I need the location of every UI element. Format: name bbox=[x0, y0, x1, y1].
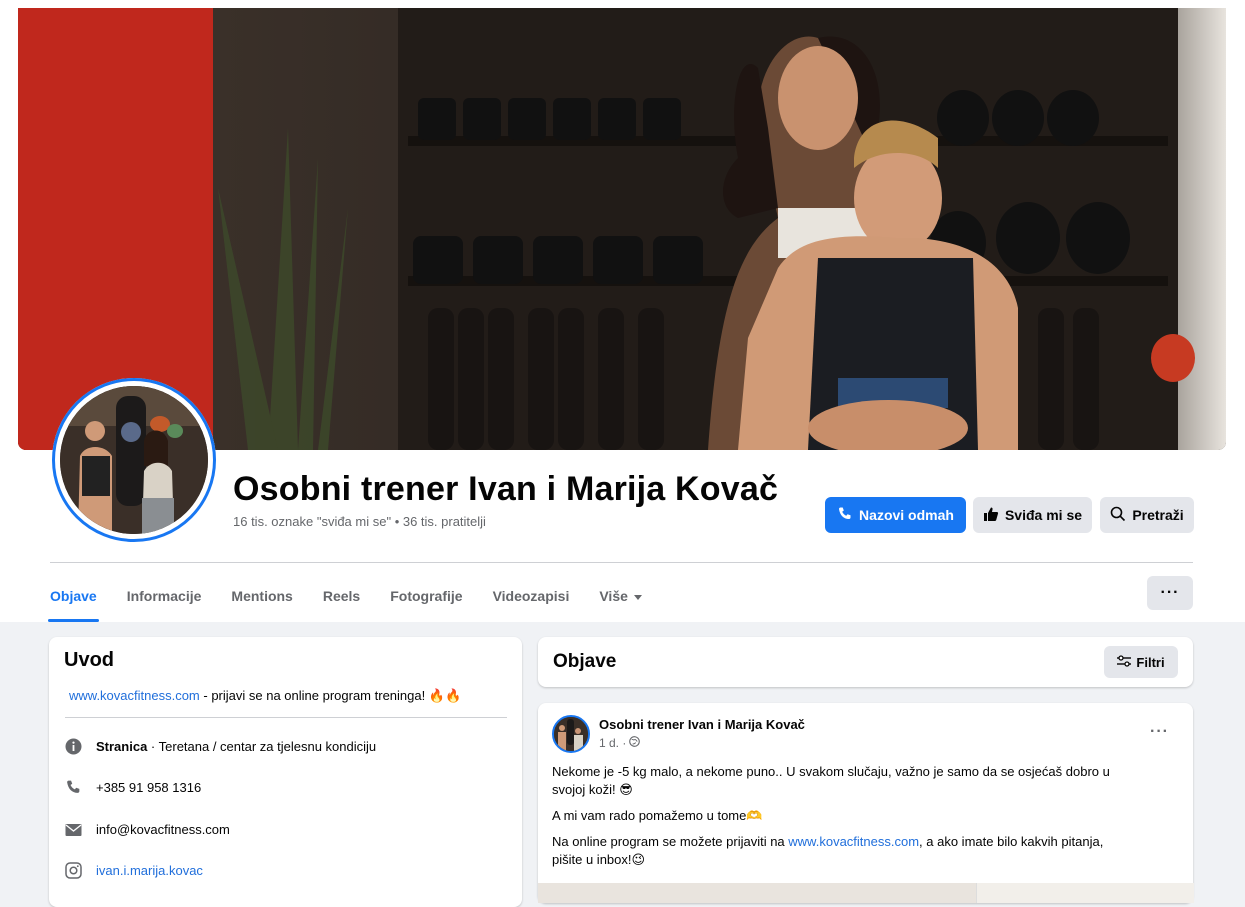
website-link[interactable]: www.kovacfitness.com bbox=[69, 688, 200, 703]
post-website-link[interactable]: www.kovacfitness.com bbox=[788, 834, 919, 849]
instagram-row: ivan.i.marija.kovac bbox=[65, 862, 203, 879]
caret-down-icon bbox=[633, 588, 642, 604]
tab-reels[interactable]: Reels bbox=[323, 572, 360, 620]
post-author-avatar[interactable] bbox=[552, 715, 590, 753]
call-now-button[interactable]: Nazovi odmah bbox=[825, 497, 966, 533]
cover-photo[interactable] bbox=[18, 8, 1226, 450]
intro-card: Uvod www.kovacfitness.com - prijavi se n… bbox=[49, 637, 522, 907]
post-meta: 1 d. · bbox=[599, 736, 641, 750]
post-time[interactable]: 1 d. · bbox=[599, 736, 626, 750]
intro-bio-text: - prijavi se na online program treninga!… bbox=[199, 688, 462, 703]
post-card: Osobni trener Ivan i Marija Kovač 1 d. ·… bbox=[538, 703, 1194, 903]
post-text-segment: Na online program se možete prijaviti na bbox=[552, 834, 789, 849]
email-address: info@kovacfitness.com bbox=[96, 822, 230, 837]
category-bold: Stranica bbox=[96, 739, 148, 754]
thumbs-up-icon bbox=[983, 506, 999, 525]
instagram-icon bbox=[65, 862, 82, 879]
tab-label: Videozapisi bbox=[492, 588, 570, 604]
category-row: Stranica · Teretana / centar za tjelesnu… bbox=[65, 738, 376, 755]
tab-label: Više bbox=[599, 588, 628, 604]
filters-button[interactable]: Filtri bbox=[1104, 646, 1178, 678]
phone-row: +385 91 958 1316 bbox=[65, 779, 201, 796]
post-text-line: svojoj koži! 😎 bbox=[552, 782, 633, 797]
category-text: Stranica · Teretana / centar za tjelesnu… bbox=[96, 739, 376, 754]
search-icon bbox=[1110, 506, 1126, 525]
post-text-segment: , a ako imate bilo kakvih pitanja, bbox=[919, 834, 1104, 849]
tab-mentions[interactable]: Mentions bbox=[231, 572, 292, 620]
like-page-label: Sviđa mi se bbox=[1004, 507, 1083, 523]
profile-avatar[interactable] bbox=[52, 378, 216, 542]
phone-number: +385 91 958 1316 bbox=[96, 780, 202, 795]
page-header: Osobni trener Ivan i Marija Kovač 16 tis… bbox=[0, 0, 1245, 622]
tab-about[interactable]: Informacije bbox=[127, 572, 202, 620]
posts-header-card: Objave Filtri bbox=[538, 637, 1193, 687]
instagram-link[interactable]: ivan.i.marija.kovac bbox=[96, 863, 203, 878]
envelope-icon bbox=[65, 821, 82, 838]
category-rest: · Teretana / centar za tjelesnu kondicij… bbox=[147, 739, 377, 754]
tab-label: Objave bbox=[50, 588, 97, 604]
tab-label: Fotografije bbox=[390, 588, 463, 604]
tab-label: Mentions bbox=[231, 588, 293, 604]
search-page-button[interactable]: Pretraži bbox=[1100, 497, 1194, 533]
more-options-button[interactable]: ··· bbox=[1147, 576, 1193, 610]
intro-bio: www.kovacfitness.com - prijavi se na onl… bbox=[69, 688, 461, 704]
page-tabs: Objave Informacije Mentions Reels Fotogr… bbox=[48, 572, 672, 622]
tab-label: Reels bbox=[322, 588, 361, 604]
call-now-label: Nazovi odmah bbox=[859, 507, 954, 523]
sliders-icon bbox=[1117, 654, 1132, 670]
phone-icon bbox=[65, 779, 82, 796]
filters-label: Filtri bbox=[1136, 654, 1165, 670]
phone-icon bbox=[837, 506, 853, 525]
intro-heading: Uvod bbox=[64, 649, 114, 671]
page-title: Osobni trener Ivan i Marija Kovač bbox=[233, 470, 779, 508]
like-page-button[interactable]: Sviđa mi se bbox=[973, 497, 1092, 533]
post-text-line: pišite u inbox!😉 bbox=[552, 852, 646, 867]
info-icon bbox=[65, 738, 82, 755]
tab-label: Informacije bbox=[126, 588, 202, 604]
header-divider bbox=[50, 562, 1193, 563]
globe-icon bbox=[629, 736, 641, 750]
post-text-line: Na online program se možete prijaviti na… bbox=[552, 833, 1177, 851]
post-image-secondary[interactable] bbox=[976, 883, 1194, 903]
page-stats[interactable]: 16 tis. oznake "sviđa mi se" • 36 tis. p… bbox=[233, 514, 486, 529]
more-options-label: ··· bbox=[1160, 584, 1180, 601]
intro-divider bbox=[65, 717, 507, 718]
post-text-line: Nekome je -5 kg malo, a nekome puno.. U … bbox=[552, 764, 1110, 779]
tab-more[interactable]: Više bbox=[599, 572, 642, 620]
posts-heading: Objave bbox=[553, 651, 617, 672]
post-text-line: A mi vam rado pomažemo u tome🫶 bbox=[552, 808, 763, 823]
search-page-label: Pretraži bbox=[1132, 507, 1184, 523]
post-author-name[interactable]: Osobni trener Ivan i Marija Kovač bbox=[599, 717, 805, 732]
tab-videos[interactable]: Videozapisi bbox=[493, 572, 570, 620]
post-options-button[interactable]: ··· bbox=[1150, 723, 1169, 741]
tab-photos[interactable]: Fotografije bbox=[390, 572, 462, 620]
email-row: info@kovacfitness.com bbox=[65, 821, 230, 838]
tab-posts[interactable]: Objave bbox=[48, 572, 99, 622]
avatar-photo bbox=[60, 386, 208, 534]
